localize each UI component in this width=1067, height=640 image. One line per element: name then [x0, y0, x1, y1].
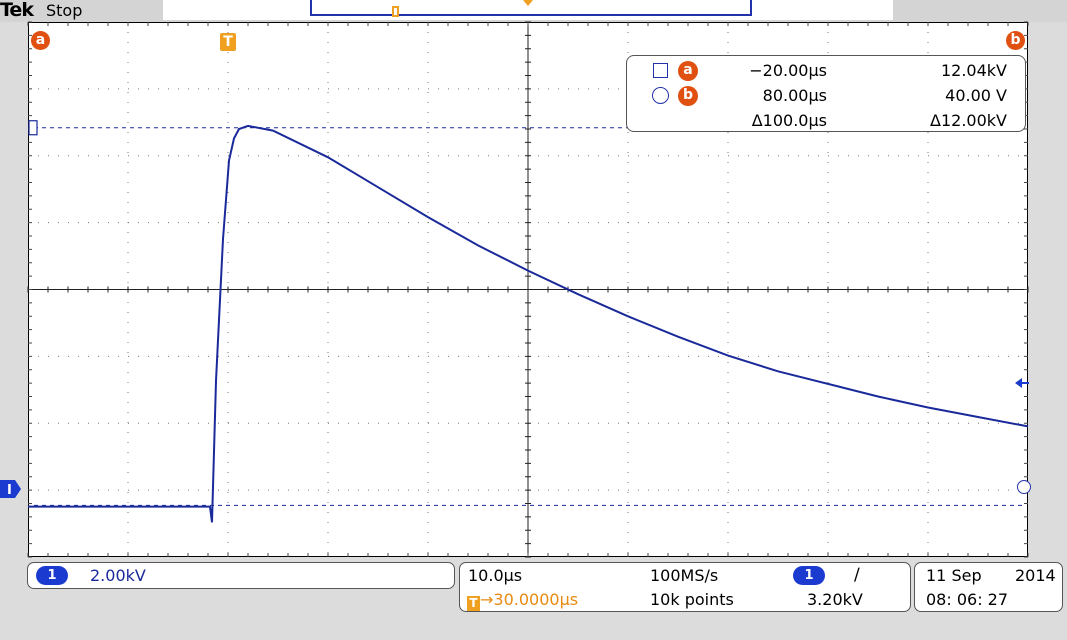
square-cursor-icon: [653, 63, 668, 78]
year: 2014: [1015, 566, 1056, 585]
record-length: 10k points: [650, 590, 734, 609]
circle-cursor-icon: [652, 87, 669, 104]
timebase-trigger-box[interactable]: 10.0μs 100MS/s 1 ∕ T →30.0000μs 10k point…: [459, 562, 911, 612]
delta-time: Δ100.0μs: [751, 111, 827, 130]
cursor-b-marker[interactable]: b: [1006, 31, 1025, 50]
cursor-b-value: 40.00 V: [945, 86, 1007, 105]
channel-1-scale: 2.00kV: [90, 566, 146, 585]
cursor-a-time: −20.00μs: [749, 61, 827, 80]
readout-row-delta: Δ100.0μs Δ12.00kV: [627, 109, 1025, 131]
trigger-time-marker[interactable]: T: [220, 33, 236, 51]
trigger-level-arrow-icon: [1015, 378, 1029, 388]
channel-scale-box[interactable]: 1 2.00kV: [27, 562, 455, 589]
channel-1-ground-marker[interactable]: I: [0, 479, 22, 499]
horizontal-position-value: →30.0000μs: [480, 590, 579, 609]
delta-value: Δ12.00kV: [930, 111, 1007, 130]
cursor-b-badge: b: [678, 86, 698, 106]
sample-rate: 100MS/s: [650, 566, 719, 585]
square-cursor-icon: [28, 120, 38, 136]
channel-1-badge: 1: [36, 566, 68, 585]
rising-edge-icon: ∕: [854, 565, 860, 585]
cursor-a-badge: a: [678, 61, 698, 81]
trigger-source-badge: 1: [793, 566, 825, 585]
cursor-b-time: 80.00μs: [762, 86, 827, 105]
cursor-a-marker[interactable]: a: [31, 31, 50, 50]
cursor-a-value: 12.04kV: [940, 61, 1007, 80]
cursor-lines: [28, 120, 1022, 506]
trigger-position-icon: T: [467, 596, 480, 611]
horizontal-position: T →30.0000μs: [467, 590, 578, 611]
readout-row-b: b 80.00μs 40.00 V: [627, 84, 1025, 106]
date-time-box: 11 Sep 2014 08: 06: 27: [914, 562, 1063, 612]
trigger-level: 3.20kV: [807, 590, 863, 609]
cursor-readout: a −20.00μs 12.04kV b 80.00μs 40.00 V Δ10…: [626, 55, 1026, 132]
time: 08: 06: 27: [926, 590, 1009, 609]
horizontal-scale: 10.0μs: [468, 566, 523, 585]
readout-row-a: a −20.00μs 12.04kV: [627, 59, 1025, 81]
svg-text:I: I: [7, 483, 12, 498]
date: 11 Sep: [926, 566, 982, 585]
cursor-b-ref-icon: [1017, 480, 1031, 494]
